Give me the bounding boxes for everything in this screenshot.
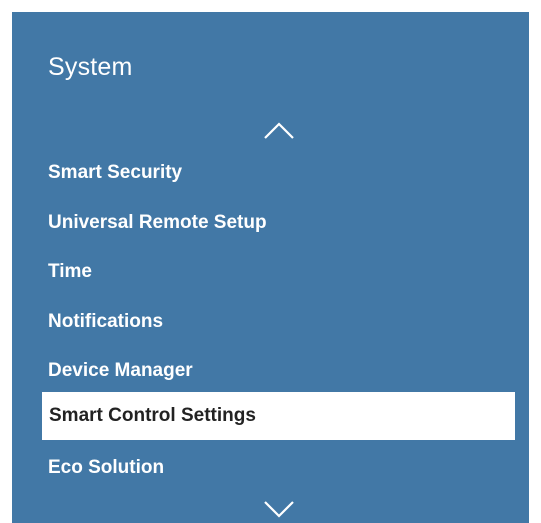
chevron-down-icon[interactable] <box>262 499 296 521</box>
menu-item-smart-security[interactable]: Smart Security <box>12 149 529 197</box>
menu-item-notifications[interactable]: Notifications <box>12 298 529 346</box>
system-menu-list: Smart Security Universal Remote Setup Ti… <box>12 12 529 523</box>
menu-item-device-manager[interactable]: Device Manager <box>12 347 529 395</box>
system-menu-panel: System Smart Security Universal Remote S… <box>12 12 529 523</box>
menu-item-eco-solution[interactable]: Eco Solution <box>12 444 529 492</box>
menu-item-time[interactable]: Time <box>12 248 529 296</box>
menu-item-smart-control-settings[interactable]: Smart Control Settings <box>42 392 515 440</box>
menu-item-universal-remote-setup[interactable]: Universal Remote Setup <box>12 199 529 247</box>
